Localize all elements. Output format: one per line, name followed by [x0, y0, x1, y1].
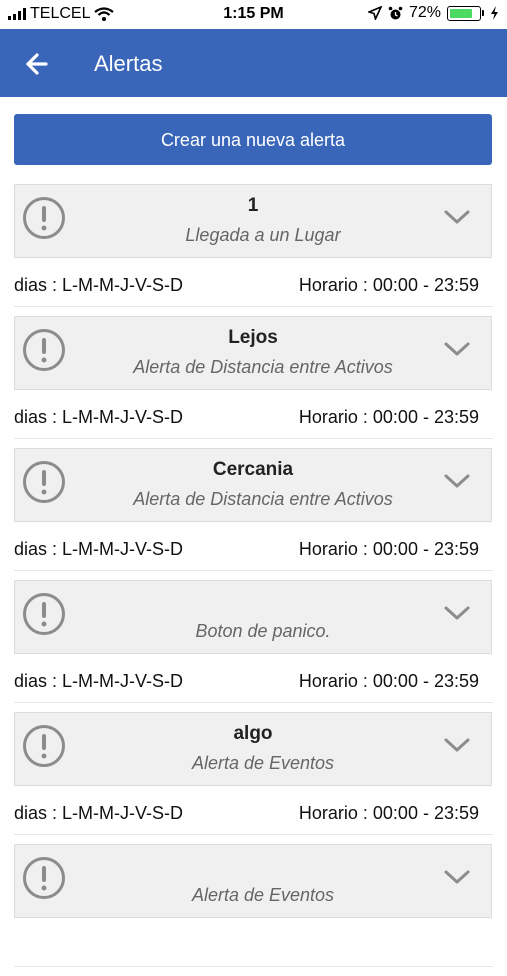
- alarm-icon: [388, 6, 403, 19]
- exclamation-circle-icon: [23, 725, 65, 767]
- chevron-down-icon[interactable]: [443, 733, 471, 757]
- alert-type: Alerta de Eventos: [191, 753, 335, 773]
- alert-type: Boton de panico.: [195, 621, 331, 641]
- alert-type: Alerta de Distancia entre Activos: [133, 489, 393, 509]
- location-arrow-icon: [367, 6, 382, 20]
- alert-title: 1: [247, 195, 259, 216]
- alert-type: Alerta de Eventos: [191, 885, 335, 905]
- exclamation-circle-icon: [23, 329, 65, 371]
- alert-item: 1 Llegada a un Lugar dias : L-M-M-J-V-S-…: [0, 184, 507, 316]
- alert-card[interactable]: Lejos Alerta de Distancia entre Activos: [14, 316, 492, 390]
- create-alert-button[interactable]: Crear una nueva alerta: [14, 114, 492, 165]
- alert-card[interactable]: algo Alerta de Eventos: [14, 712, 492, 786]
- alert-days: dias : L-M-M-J-V-S-D: [14, 803, 184, 823]
- status-bar: TELCEL 1:15 PM 72%: [0, 0, 507, 29]
- alert-title: Lejos: [228, 327, 278, 348]
- app-bar: Alertas: [0, 29, 507, 97]
- chevron-down-icon[interactable]: [443, 469, 471, 493]
- chevron-down-icon[interactable]: [443, 865, 471, 889]
- chevron-down-icon[interactable]: [443, 205, 471, 229]
- alert-days: dias : L-M-M-J-V-S-D: [14, 671, 184, 691]
- divider: [14, 966, 493, 967]
- exclamation-circle-icon: [23, 197, 65, 239]
- chevron-down-icon[interactable]: [443, 601, 471, 625]
- alert-item: Boton de panico. dias : L-M-M-J-V-S-D Ho…: [0, 580, 507, 712]
- status-icons: 72%: [367, 4, 499, 22]
- exclamation-circle-icon: [23, 461, 65, 503]
- page-title: Alertas: [94, 51, 163, 76]
- alert-card[interactable]: Boton de panico.: [14, 580, 492, 654]
- divider: [14, 702, 493, 703]
- alert-type: Alerta de Distancia entre Activos: [133, 357, 393, 377]
- divider: [14, 570, 493, 571]
- divider: [14, 306, 493, 307]
- arrow-left-icon[interactable]: [18, 47, 56, 81]
- divider: [14, 438, 493, 439]
- alert-item: Lejos Alerta de Distancia entre Activos …: [0, 316, 507, 448]
- alert-hours: Horario : 00:00 - 23:59: [298, 539, 479, 559]
- alert-hours: Horario : 00:00 - 23:59: [298, 275, 479, 295]
- alert-item: algo Alerta de Eventos dias : L-M-M-J-V-…: [0, 712, 507, 844]
- alert-hours: Horario : 00:00 - 23:59: [298, 407, 479, 427]
- chevron-down-icon[interactable]: [443, 337, 471, 361]
- alert-card[interactable]: Cercania Alerta de Distancia entre Activ…: [14, 448, 492, 522]
- alert-title: [75, 591, 431, 613]
- alert-list: 1 Llegada a un Lugar dias : L-M-M-J-V-S-…: [0, 184, 507, 976]
- alert-title: [75, 855, 431, 877]
- charging-bolt-icon: [491, 6, 498, 20]
- alert-card[interactable]: 1 Llegada a un Lugar: [14, 184, 492, 258]
- alert-type: Llegada a un Lugar: [185, 225, 341, 245]
- battery-percent: 72%: [408, 4, 441, 21]
- alert-item: Alerta de Eventos: [0, 844, 507, 976]
- alert-title: Cercania: [212, 459, 294, 480]
- divider: [14, 834, 493, 835]
- alert-card[interactable]: Alerta de Eventos: [14, 844, 492, 918]
- alert-days: dias : L-M-M-J-V-S-D: [14, 275, 184, 295]
- battery-icon: [447, 5, 484, 21]
- alert-item: Cercania Alerta de Distancia entre Activ…: [0, 448, 507, 580]
- alert-days: dias : L-M-M-J-V-S-D: [14, 539, 184, 559]
- alert-title: algo: [233, 723, 273, 744]
- alert-hours: Horario : 00:00 - 23:59: [298, 803, 479, 823]
- exclamation-circle-icon: [23, 857, 65, 899]
- alert-days: dias : L-M-M-J-V-S-D: [14, 407, 184, 427]
- exclamation-circle-icon: [23, 593, 65, 635]
- alert-hours: Horario : 00:00 - 23:59: [298, 671, 479, 691]
